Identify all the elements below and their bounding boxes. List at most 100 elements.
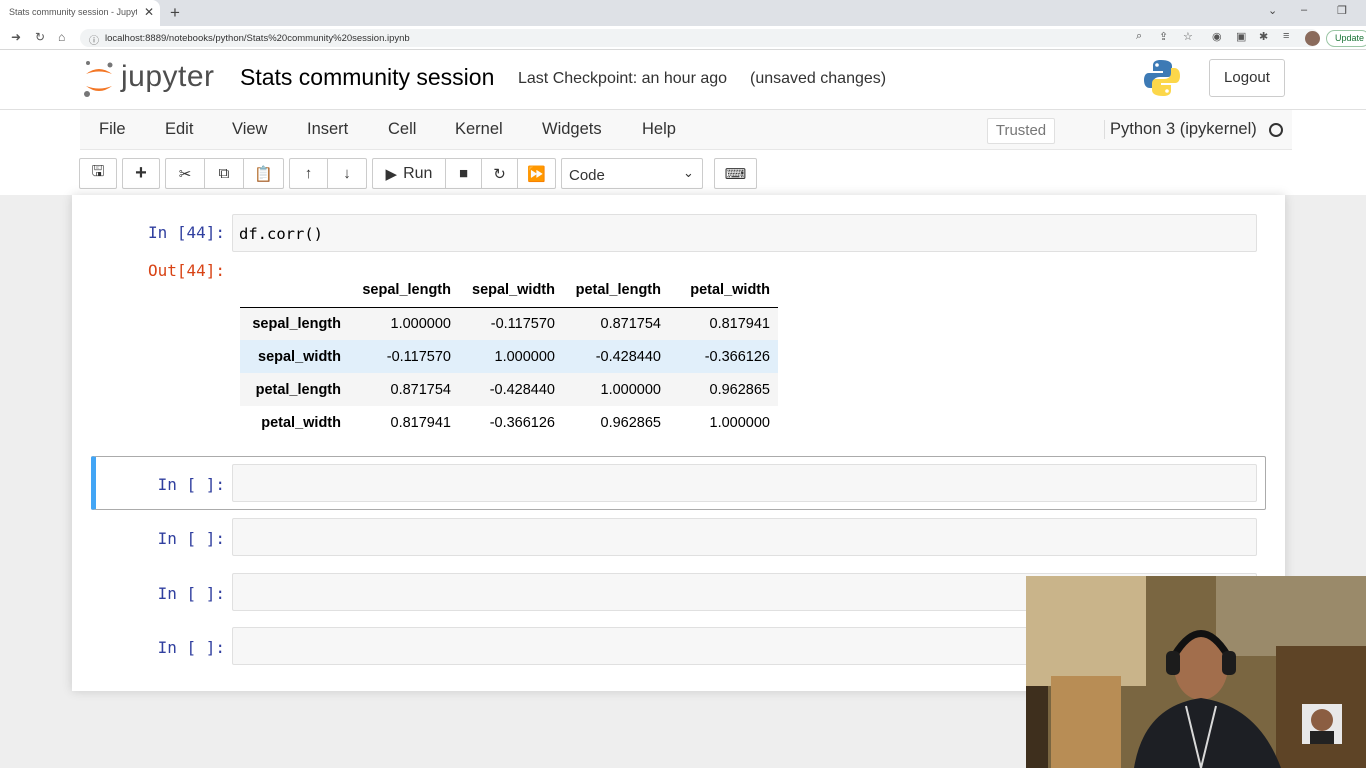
column-header: petal_width (669, 274, 778, 308)
table-cell: -0.428440 (595, 348, 661, 365)
browser-tab[interactable]: Stats community session - Jupyter ✕ (0, 0, 160, 26)
paste-icon[interactable]: 📋 (244, 159, 283, 188)
table-cell: -0.366126 (489, 414, 555, 431)
browser-address-bar: ➜ ↻ ⌂ ⓘ localhost:8889/notebooks/python/… (0, 26, 1366, 50)
extension-icon[interactable]: ◉ (1212, 30, 1222, 43)
webcam-overlay (1026, 576, 1366, 768)
menu-file[interactable]: File (99, 120, 126, 139)
table-cell: 1.000000 (494, 348, 555, 365)
cell-output-prompt: Out[44]: (147, 261, 225, 280)
menu-cell[interactable]: Cell (388, 120, 416, 139)
column-header: petal_length (563, 274, 669, 308)
toolbar-insert-group: + (122, 158, 160, 189)
share-icon[interactable]: ⇪ (1159, 30, 1168, 43)
table-header-row: sepal_length sepal_width petal_length pe… (240, 274, 778, 308)
menu-edit[interactable]: Edit (165, 120, 193, 139)
table-cell: 1.000000 (390, 315, 451, 332)
play-icon: ▶ (385, 165, 398, 183)
move-down-icon[interactable]: ↓ (328, 159, 366, 188)
minimize-icon[interactable]: – (1301, 4, 1307, 16)
table-cell: 0.962865 (600, 414, 661, 431)
chevron-down-icon: ⌄ (683, 165, 694, 180)
jupyter-header: jupyter Stats community session Last Che… (0, 50, 1366, 110)
restore-icon[interactable]: ❐ (1337, 4, 1347, 17)
browser-tab-title: Stats community session - Jupyter (9, 7, 137, 17)
logout-button[interactable]: Logout (1209, 59, 1285, 97)
extension-2-icon[interactable]: ▣ (1236, 30, 1246, 43)
table-cell: -0.366126 (704, 348, 770, 365)
browser-tab-bar: Stats community session - Jupyter ✕ + ⌄ … (0, 0, 1366, 26)
notebook-title[interactable]: Stats community session (240, 64, 494, 91)
jupyter-logo-text: jupyter (121, 60, 215, 93)
code-cell-input[interactable]: df.corr() (232, 214, 1257, 252)
run-button[interactable]: ▶ Run (373, 159, 446, 188)
reading-list-icon[interactable]: ≡ (1283, 30, 1289, 42)
row-index: petal_width (261, 414, 341, 431)
menu-insert[interactable]: Insert (307, 120, 348, 139)
kernel-status-icon (1269, 123, 1283, 137)
column-header: sepal_width (459, 274, 563, 308)
close-tab-icon[interactable]: ✕ (144, 5, 154, 19)
restart-icon[interactable]: ↻ (482, 159, 518, 188)
home-icon[interactable]: ⌂ (58, 30, 65, 44)
menu-view[interactable]: View (232, 120, 267, 139)
insert-cell-icon[interactable]: + (123, 159, 159, 188)
cell-input-prompt: In [ ]: (157, 529, 225, 548)
table-cell: -0.428440 (489, 381, 555, 398)
cut-icon[interactable]: ✂ (166, 159, 205, 188)
reload-icon[interactable]: ↻ (35, 30, 45, 44)
new-tab-icon[interactable]: + (170, 3, 180, 23)
table-cell: 0.871754 (390, 381, 451, 398)
index-header (240, 274, 349, 308)
code-text: df.corr() (239, 225, 323, 243)
forward-icon[interactable]: ➜ (11, 30, 21, 44)
table-cell: 0.871754 (600, 315, 661, 332)
cell-input-prompt: In [ ]: (157, 475, 225, 494)
save-icon[interactable]: 🖫 (80, 159, 116, 188)
zoom-icon[interactable]: ⌕ (1136, 30, 1142, 43)
presenter-video (1026, 576, 1366, 768)
copy-icon[interactable]: ⧉ (205, 159, 244, 188)
table-cell: 1.000000 (600, 381, 661, 398)
toolbar-palette-group: ⌨ (714, 158, 757, 189)
url-text: localhost:8889/notebooks/python/Stats%20… (105, 33, 410, 44)
stop-icon[interactable]: ■ (446, 159, 482, 188)
table-row: sepal_length 1.000000 -0.117570 0.871754… (240, 307, 778, 340)
unsaved-changes: (unsaved changes) (750, 70, 887, 87)
update-button[interactable]: Update (1326, 30, 1366, 47)
run-label: Run (403, 164, 433, 182)
menu-help[interactable]: Help (642, 120, 676, 139)
code-cell-input[interactable] (232, 464, 1257, 502)
kernel-name[interactable]: Python 3 (ipykernel) (1104, 120, 1257, 139)
row-index: sepal_length (252, 315, 341, 332)
table-cell: 1.000000 (709, 414, 770, 431)
url-field[interactable]: ⓘ localhost:8889/notebooks/python/Stats%… (80, 29, 1320, 47)
menu-toolbar-area: File Edit View Insert Cell Kernel Widget… (0, 110, 1366, 195)
puzzle-icon[interactable]: ✱ (1259, 30, 1268, 43)
cell-input-prompt: In [ ]: (157, 584, 225, 603)
table-cell: 0.817941 (709, 315, 770, 332)
bookmark-star-icon[interactable]: ☆ (1183, 30, 1193, 43)
menu-widgets[interactable]: Widgets (542, 120, 602, 139)
keyboard-icon[interactable]: ⌨ (715, 159, 756, 188)
correlation-table: sepal_length sepal_width petal_length pe… (240, 274, 778, 439)
table-cell: 0.962865 (709, 381, 770, 398)
row-index: sepal_width (258, 348, 341, 365)
move-up-icon[interactable]: ↑ (290, 159, 328, 188)
last-checkpoint: Last Checkpoint: an hour ago (518, 70, 728, 87)
toolbar-clipboard-group: ✂ ⧉ 📋 (165, 158, 284, 189)
cell-type-select[interactable]: Code ⌄ (561, 158, 703, 189)
code-cell-input[interactable] (232, 518, 1257, 556)
profile-avatar[interactable] (1305, 31, 1320, 46)
menu-bar: File Edit View Insert Cell Kernel Widget… (80, 110, 1292, 150)
row-index: petal_length (255, 381, 341, 398)
tab-search-icon[interactable]: ⌄ (1268, 4, 1277, 17)
site-info-icon[interactable]: ⓘ (89, 32, 99, 47)
menu-kernel[interactable]: Kernel (455, 120, 503, 139)
jupyter-logo-icon[interactable] (82, 59, 116, 99)
toolbar-save-group: 🖫 (79, 158, 117, 189)
trusted-indicator[interactable]: Trusted (987, 118, 1055, 144)
fast-forward-icon[interactable]: ⏩ (518, 159, 555, 188)
column-header: sepal_length (349, 274, 459, 308)
table-cell: -0.117570 (386, 348, 451, 365)
